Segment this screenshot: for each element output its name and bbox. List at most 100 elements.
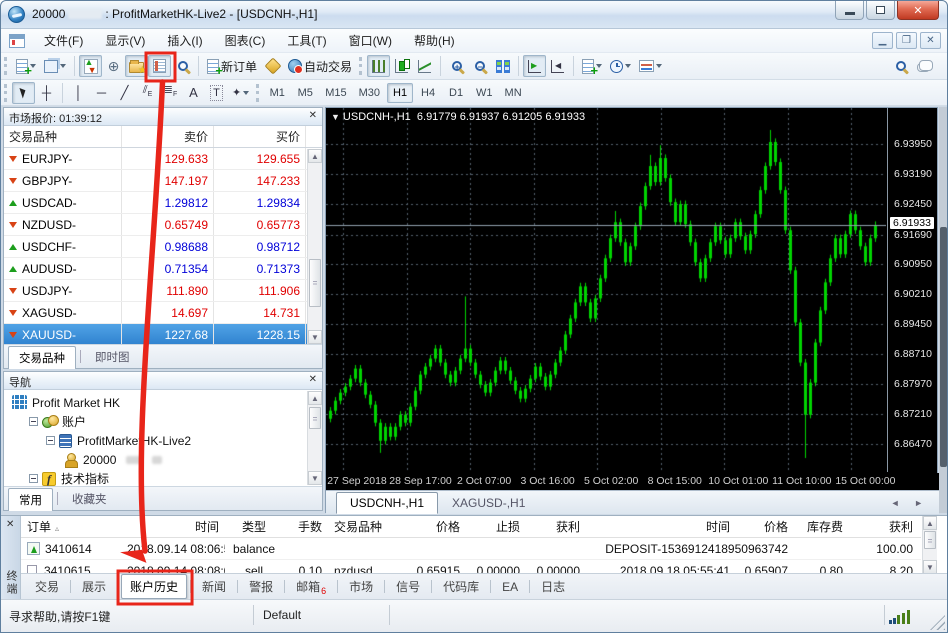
timeframe-W1[interactable]: W1	[471, 83, 498, 103]
chart-plot-area[interactable]: ▼USDCNH-,H1 6.91779 6.91937 6.91205 6.91…	[326, 108, 886, 472]
terminal-tab-代码库[interactable]: 代码库	[435, 575, 487, 598]
symbol-row-XAUUSD[interactable]: XAUUSD-1227.681228.15	[4, 324, 322, 346]
tab-即时图[interactable]: 即时图	[84, 345, 141, 368]
symbol-row-USDCHF[interactable]: USDCHF-0.986880.98712	[4, 236, 322, 258]
symbol-row-NZDUSD[interactable]: NZDUSD-0.657490.65773	[4, 214, 322, 236]
symbol-row-XAGUSD[interactable]: XAGUSD-14.69714.731	[4, 302, 322, 324]
toolbar-grip[interactable]	[256, 84, 261, 102]
menu-item-I[interactable]: 插入(I)	[156, 29, 213, 52]
column-header-order[interactable]: 订单▵	[21, 518, 121, 535]
terminal-tab-展示[interactable]: 展示	[74, 575, 114, 598]
symbol-row-GBPJPY[interactable]: GBPJPY-147.197147.233	[4, 170, 322, 192]
chart-tab-USDCNHH1[interactable]: USDCNH-,H1	[336, 492, 438, 514]
toolbar-grip[interactable]	[4, 84, 9, 102]
close-icon[interactable]: ✕	[309, 110, 317, 122]
terminal-tab-新闻[interactable]: 新闻	[194, 575, 234, 598]
column-header-swap[interactable]: 库存费	[794, 518, 849, 535]
indicators-button[interactable]: +	[578, 55, 606, 77]
zoom-out-button[interactable]: −	[468, 55, 491, 77]
column-header-profit[interactable]: 获利	[849, 518, 919, 535]
zoom-in-button[interactable]: +	[445, 55, 468, 77]
text-button[interactable]: A	[182, 82, 205, 104]
terminal-tab-交易[interactable]: 交易	[27, 575, 67, 598]
tree-item-server[interactable]: ProfitMarketHK-Live2	[6, 431, 320, 450]
history-row-3410614[interactable]: 34106142018.09.14 08:06:59balanceDEPOSIT…	[21, 538, 921, 560]
symbol-row-USDCAD[interactable]: USDCAD-1.298121.29834	[4, 192, 322, 214]
time-axis[interactable]: 27 Sep 201828 Sep 17:002 Oct 07:003 Oct …	[326, 473, 939, 490]
timeframe-M15[interactable]: M15	[320, 83, 351, 103]
navigator-button[interactable]	[125, 55, 148, 77]
tree-item-platform[interactable]: Profit Market HK	[6, 393, 320, 412]
timeframe-M30[interactable]: M30	[354, 83, 385, 103]
chat-button[interactable]	[912, 55, 935, 77]
scroll-up-icon[interactable]: ▲	[923, 516, 937, 530]
auto-scroll-button[interactable]	[523, 55, 546, 77]
tab-收藏夹[interactable]: 收藏夹	[61, 487, 118, 510]
child-minimize-button[interactable]: ▁	[872, 32, 893, 49]
tree-item-accounts[interactable]: 账户	[6, 412, 320, 431]
menu-item-W[interactable]: 窗口(W)	[338, 29, 403, 52]
history-row-3410615[interactable]: 34106152018.09.14 08:08:04sell0.10nzdusd…	[21, 560, 921, 574]
horizontal-line-button[interactable]: ─	[90, 82, 113, 104]
chart-shift-button[interactable]	[546, 55, 569, 77]
symbol-row-AUDUSD[interactable]: AUDUSD-0.713540.71373	[4, 258, 322, 280]
toolbar-grip[interactable]	[4, 57, 9, 75]
menu-item-V[interactable]: 显示(V)	[94, 29, 156, 52]
terminal-tab-账户历史[interactable]: 账户历史	[121, 574, 187, 599]
tile-windows-button[interactable]	[491, 55, 514, 77]
close-icon[interactable]: ✕	[309, 374, 317, 386]
collapse-expander-icon[interactable]	[29, 474, 38, 483]
toolbar-grip[interactable]	[359, 57, 364, 75]
timeframe-M1[interactable]: M1	[264, 83, 290, 103]
new-order-button[interactable]: +新订单	[203, 55, 261, 77]
line-chart-button[interactable]	[413, 55, 436, 77]
column-header-sl[interactable]: 止损	[466, 518, 526, 535]
close-button[interactable]: ✕	[897, 1, 939, 20]
close-icon[interactable]: ✕	[6, 519, 14, 530]
scroll-down-icon[interactable]: ▼	[308, 471, 322, 485]
candlestick-button[interactable]	[390, 55, 413, 77]
terminal-tab-EA[interactable]: EA	[494, 577, 526, 597]
column-header-price[interactable]: 价格	[398, 518, 466, 535]
market-watch-button[interactable]	[79, 55, 102, 77]
market-watch-header[interactable]: 市场报价: 01:39:12✕	[4, 108, 322, 126]
collapse-expander-icon[interactable]	[46, 436, 55, 445]
column-header-time2[interactable]: 时间	[586, 518, 736, 535]
autotrading-button[interactable]: 自动交易	[284, 55, 356, 77]
cursor-button[interactable]	[12, 82, 35, 104]
strategy-tester-button[interactable]	[171, 55, 194, 77]
column-header-price2[interactable]: 价格	[736, 518, 794, 535]
menu-item-C[interactable]: 图表(C)	[214, 29, 277, 52]
column-header-type[interactable]: 类型	[225, 518, 283, 535]
minimize-button[interactable]	[835, 1, 864, 20]
data-window-button[interactable]: ⊕	[102, 55, 125, 77]
tab-scroll-arrows[interactable]: ◄ ►	[891, 498, 929, 508]
timeframe-D1[interactable]: D1	[443, 83, 469, 103]
child-close-button[interactable]: ✕	[920, 32, 941, 49]
terminal-tab-警报[interactable]: 警报	[241, 575, 281, 598]
restore-button[interactable]	[866, 1, 895, 20]
metaeditor-button[interactable]	[261, 55, 284, 77]
symbol-row-USDJPY[interactable]: USDJPY-111.890111.906	[4, 280, 322, 302]
timeframe-MN[interactable]: MN	[500, 83, 527, 103]
chart-tab-XAGUSDH1[interactable]: XAGUSD-,H1	[438, 492, 539, 514]
column-header-tp[interactable]: 获利	[526, 518, 586, 535]
trendline-button[interactable]: ╱	[113, 82, 136, 104]
terminal-button[interactable]	[148, 55, 171, 77]
table-header[interactable]: 订单▵时间类型手数交易品种价格止损获利时间价格库存费获利	[21, 516, 921, 538]
navigator-header[interactable]: 导航✕	[4, 372, 322, 390]
scroll-down-icon[interactable]: ▼	[308, 330, 322, 344]
timeframe-M5[interactable]: M5	[292, 83, 318, 103]
terminal-tab-信号[interactable]: 信号	[388, 575, 428, 598]
market-watch-column-headers[interactable]: 交易品种 卖价 买价	[4, 126, 322, 148]
tab-常用[interactable]: 常用	[8, 488, 53, 511]
navigator-scrollbar[interactable]: ▲ ▼	[307, 391, 322, 485]
child-restore-button[interactable]: ❐	[896, 32, 917, 49]
periods-button[interactable]	[606, 55, 635, 77]
fibonacci-button[interactable]: ≣F	[159, 82, 182, 104]
resize-grip[interactable]	[930, 615, 945, 630]
workspace-scrollbar[interactable]	[939, 107, 948, 513]
timeframe-H4[interactable]: H4	[415, 83, 441, 103]
collapse-expander-icon[interactable]	[29, 417, 38, 426]
profiles-button[interactable]	[40, 55, 70, 77]
